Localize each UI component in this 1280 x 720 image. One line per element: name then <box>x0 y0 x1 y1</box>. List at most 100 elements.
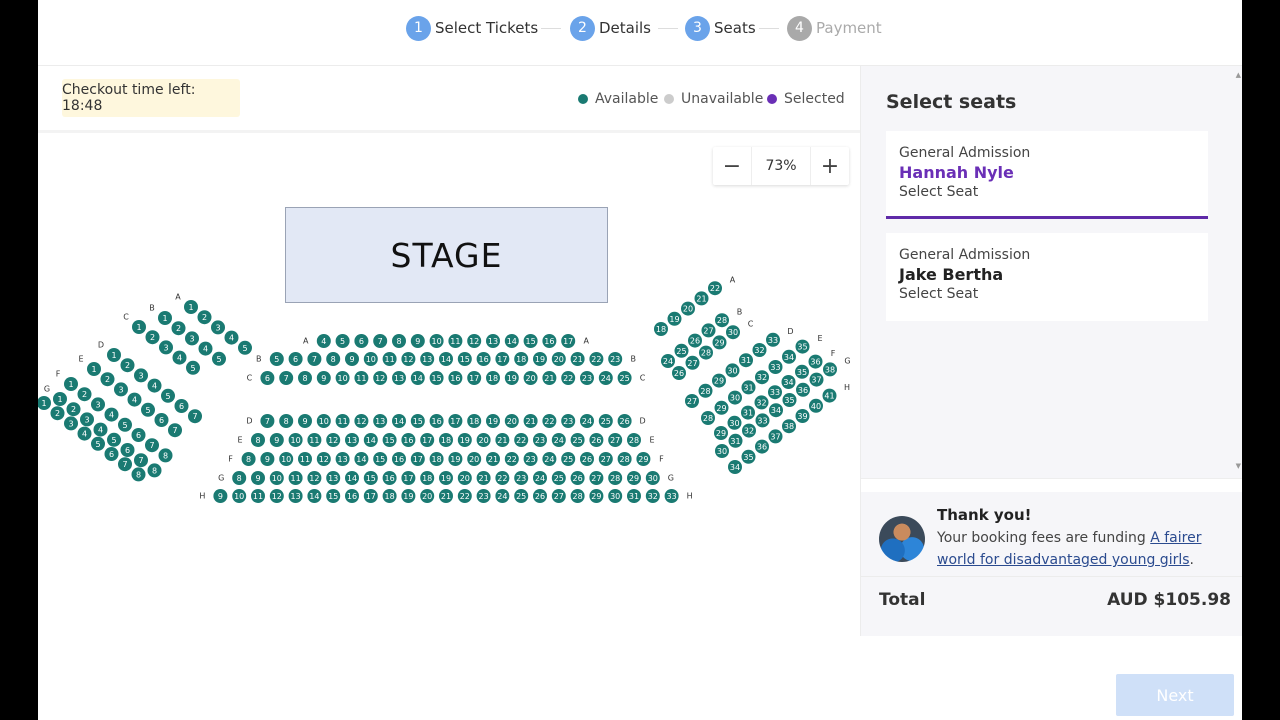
seat-center-C22[interactable] <box>561 371 576 385</box>
seat-center-B12[interactable] <box>401 352 416 366</box>
seat-left-F2[interactable] <box>77 387 92 402</box>
seat-center-G30[interactable] <box>645 471 660 485</box>
seat-right-G35[interactable] <box>782 393 797 407</box>
seat-center-F24[interactable] <box>542 452 557 466</box>
next-button[interactable]: Next <box>1116 674 1234 716</box>
seat-right-E31[interactable] <box>741 380 756 395</box>
seat-center-C15[interactable] <box>429 371 444 385</box>
seat-right-D29[interactable] <box>712 373 726 388</box>
seat-center-E25[interactable] <box>570 433 585 447</box>
seat-center-G17[interactable] <box>401 471 416 485</box>
seat-left-C3[interactable] <box>159 340 173 355</box>
seat-right-H36[interactable] <box>755 439 769 454</box>
seat-center-H30[interactable] <box>608 489 623 503</box>
seat-left-E5[interactable] <box>141 402 155 417</box>
seat-right-D32[interactable] <box>752 343 767 357</box>
seat-center-A10[interactable] <box>429 334 444 348</box>
seat-left-E2[interactable] <box>100 372 115 387</box>
seat-center-H24[interactable] <box>495 489 510 503</box>
seat-left-D7[interactable] <box>188 409 202 424</box>
seat-right-G36[interactable] <box>796 382 810 397</box>
seat-center-D7[interactable] <box>260 414 275 428</box>
seat-center-G27[interactable] <box>589 471 604 485</box>
seat-right-A21[interactable] <box>694 291 709 306</box>
seat-right-D28[interactable] <box>698 383 713 398</box>
seat-center-B15[interactable] <box>457 352 472 366</box>
seat-center-E21[interactable] <box>495 433 510 447</box>
seat-center-A16[interactable] <box>542 334 557 348</box>
seat-center-E9[interactable] <box>269 433 284 447</box>
seat-center-C19[interactable] <box>504 371 519 385</box>
seat-left-E1[interactable] <box>87 362 101 376</box>
seat-right-G34[interactable] <box>769 403 783 418</box>
seat-center-D14[interactable] <box>392 414 406 428</box>
ticket-card-hannah[interactable]: General Admission Hannah Nyle Select Sea… <box>886 131 1208 219</box>
seat-center-E11[interactable] <box>307 433 322 447</box>
seat-center-G14[interactable] <box>345 471 359 485</box>
seat-center-C17[interactable] <box>467 371 482 385</box>
seat-center-E23[interactable] <box>533 433 547 447</box>
seat-center-F17[interactable] <box>410 452 425 466</box>
seat-left-H8[interactable] <box>131 467 146 482</box>
seat-center-A11[interactable] <box>448 334 463 348</box>
seat-center-H17[interactable] <box>363 489 378 503</box>
seat-center-H28[interactable] <box>570 489 585 503</box>
seat-center-H31[interactable] <box>627 489 641 503</box>
seat-right-E34[interactable] <box>782 349 796 364</box>
seat-center-B9[interactable] <box>345 352 359 366</box>
seat-left-B5[interactable] <box>212 351 226 366</box>
seat-left-G4[interactable] <box>93 422 108 437</box>
seat-center-F19[interactable] <box>448 452 463 466</box>
seat-center-H25[interactable] <box>514 489 529 503</box>
seat-left-C2[interactable] <box>145 330 160 345</box>
seat-center-D9[interactable] <box>298 414 312 428</box>
seat-center-B21[interactable] <box>570 352 585 366</box>
seat-center-H22[interactable] <box>457 489 472 503</box>
seat-left-D6[interactable] <box>174 399 189 413</box>
seat-center-F14[interactable] <box>354 452 369 466</box>
seat-right-F33[interactable] <box>768 385 782 400</box>
seat-center-D18[interactable] <box>467 414 482 428</box>
seat-center-G22[interactable] <box>495 471 510 485</box>
seat-center-F13[interactable] <box>335 452 350 466</box>
seat-center-C10[interactable] <box>335 371 350 385</box>
seat-right-A19[interactable] <box>667 311 682 326</box>
seat-right-B27[interactable] <box>701 323 716 338</box>
seat-center-D25[interactable] <box>598 414 613 428</box>
seat-center-D26[interactable] <box>617 414 632 428</box>
seat-center-F22[interactable] <box>504 452 519 466</box>
seat-right-E29[interactable] <box>714 400 729 415</box>
seat-right-H34[interactable] <box>728 460 742 474</box>
step-details[interactable]: 2 Details <box>570 15 651 41</box>
seat-right-G32[interactable] <box>742 423 756 438</box>
seat-left-E4[interactable] <box>127 392 142 407</box>
seat-right-H37[interactable] <box>768 429 783 444</box>
seat-right-E33[interactable] <box>768 360 783 374</box>
seat-left-F5[interactable] <box>118 417 132 432</box>
seat-left-G1[interactable] <box>53 392 67 406</box>
seat-center-A4[interactable] <box>316 334 331 348</box>
seat-right-B25[interactable] <box>674 343 689 358</box>
seat-right-F36[interactable] <box>808 354 823 369</box>
seat-center-C14[interactable] <box>410 371 425 385</box>
seat-center-B18[interactable] <box>514 352 529 366</box>
seat-center-F16[interactable] <box>392 452 406 466</box>
seat-left-H1[interactable] <box>38 396 51 410</box>
seat-center-D17[interactable] <box>448 414 463 428</box>
seat-center-F12[interactable] <box>316 452 331 466</box>
seat-left-A2[interactable] <box>197 310 212 325</box>
seat-center-E10[interactable] <box>288 433 303 447</box>
seat-right-H39[interactable] <box>795 409 810 423</box>
seat-right-E30[interactable] <box>728 390 742 405</box>
seat-center-E28[interactable] <box>627 433 641 447</box>
seat-center-H20[interactable] <box>420 489 435 503</box>
seat-center-E20[interactable] <box>476 433 491 447</box>
seat-left-F4[interactable] <box>104 407 119 422</box>
seat-center-H19[interactable] <box>401 489 416 503</box>
seat-right-G37[interactable] <box>809 372 824 387</box>
seat-right-G33[interactable] <box>755 413 770 428</box>
seat-left-D5[interactable] <box>161 388 175 403</box>
seat-center-E15[interactable] <box>382 433 397 447</box>
seat-center-E26[interactable] <box>589 433 604 447</box>
seat-center-H21[interactable] <box>439 489 453 503</box>
